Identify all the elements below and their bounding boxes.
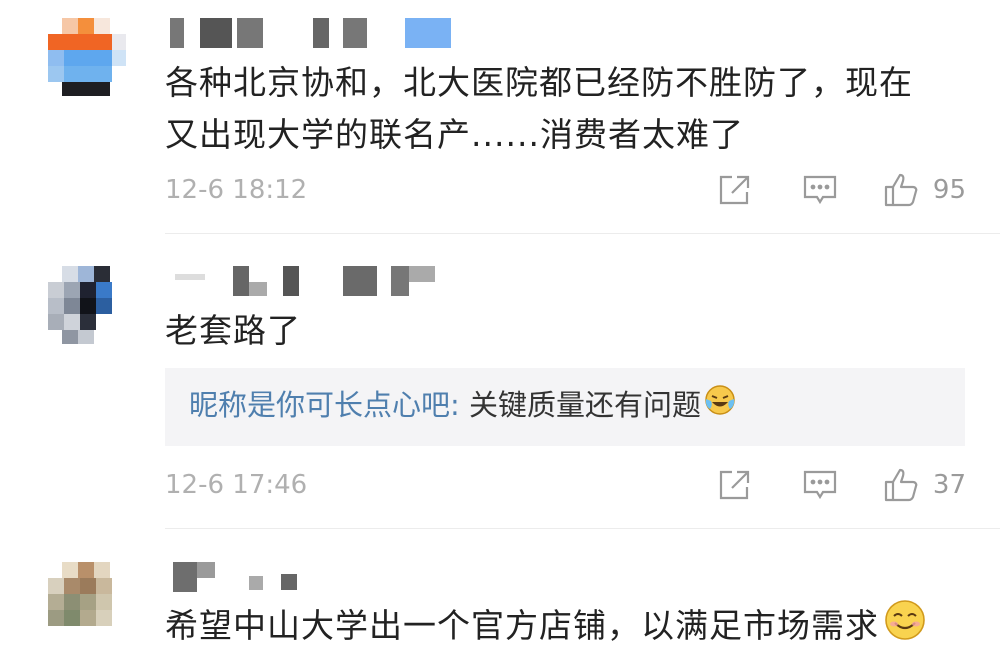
reply-author-link[interactable]: 昵称是你可长点心吧: <box>189 388 460 422</box>
comment-icon <box>803 175 837 205</box>
avatar[interactable] <box>48 18 126 96</box>
smiling-emoji <box>883 598 927 657</box>
like-count: 95 <box>932 175 966 205</box>
thumbs-up-icon <box>884 173 918 207</box>
comment-item: 各种北京协和，北大医院都已经防不胜防了，现在 又出现大学的联名产......消费… <box>0 0 1000 235</box>
comment-button[interactable] <box>803 469 837 501</box>
comment-timestamp: 12-6 17:46 <box>165 470 308 500</box>
avatar[interactable] <box>48 266 126 344</box>
comment-button[interactable] <box>803 174 837 206</box>
like-button[interactable]: 95 <box>883 172 966 208</box>
thumbs-up-icon <box>884 468 918 502</box>
comment-actions: 37 <box>717 467 966 503</box>
comment-item: 希望中山大学出一个官方店铺，以满足市场需求 <box>0 530 1000 655</box>
comment-text-line: 又出现大学的联名产......消费者太难了 <box>165 115 744 154</box>
like-count: 37 <box>932 470 966 500</box>
avatar[interactable] <box>48 562 126 640</box>
comment-icon <box>803 470 837 500</box>
comment-actions: 95 <box>717 172 966 208</box>
comment-text: 老套路了 <box>165 311 301 350</box>
reply-text: 关键质量还有问题 <box>459 388 701 422</box>
reply-preview[interactable]: 昵称是你可长点心吧: 关键质量还有问题 <box>165 368 965 446</box>
comment-text-line: 各种北京协和，北大医院都已经防不胜防了，现在 <box>165 63 913 102</box>
share-icon <box>719 470 750 500</box>
comment-timestamp: 12-6 18:12 <box>165 175 308 205</box>
divider <box>165 233 1000 234</box>
laughing-crying-emoji <box>703 382 737 432</box>
share-icon <box>719 175 750 205</box>
share-button[interactable] <box>717 174 751 206</box>
comment-item: 老套路了 昵称是你可长点心吧: 关键质量还有问题 12-6 17:46 37 <box>0 235 1000 525</box>
comment-text: 希望中山大学出一个官方店铺，以满足市场需求 <box>165 598 927 657</box>
like-button[interactable]: 37 <box>883 467 966 503</box>
share-button[interactable] <box>717 469 751 501</box>
divider <box>165 528 1000 529</box>
